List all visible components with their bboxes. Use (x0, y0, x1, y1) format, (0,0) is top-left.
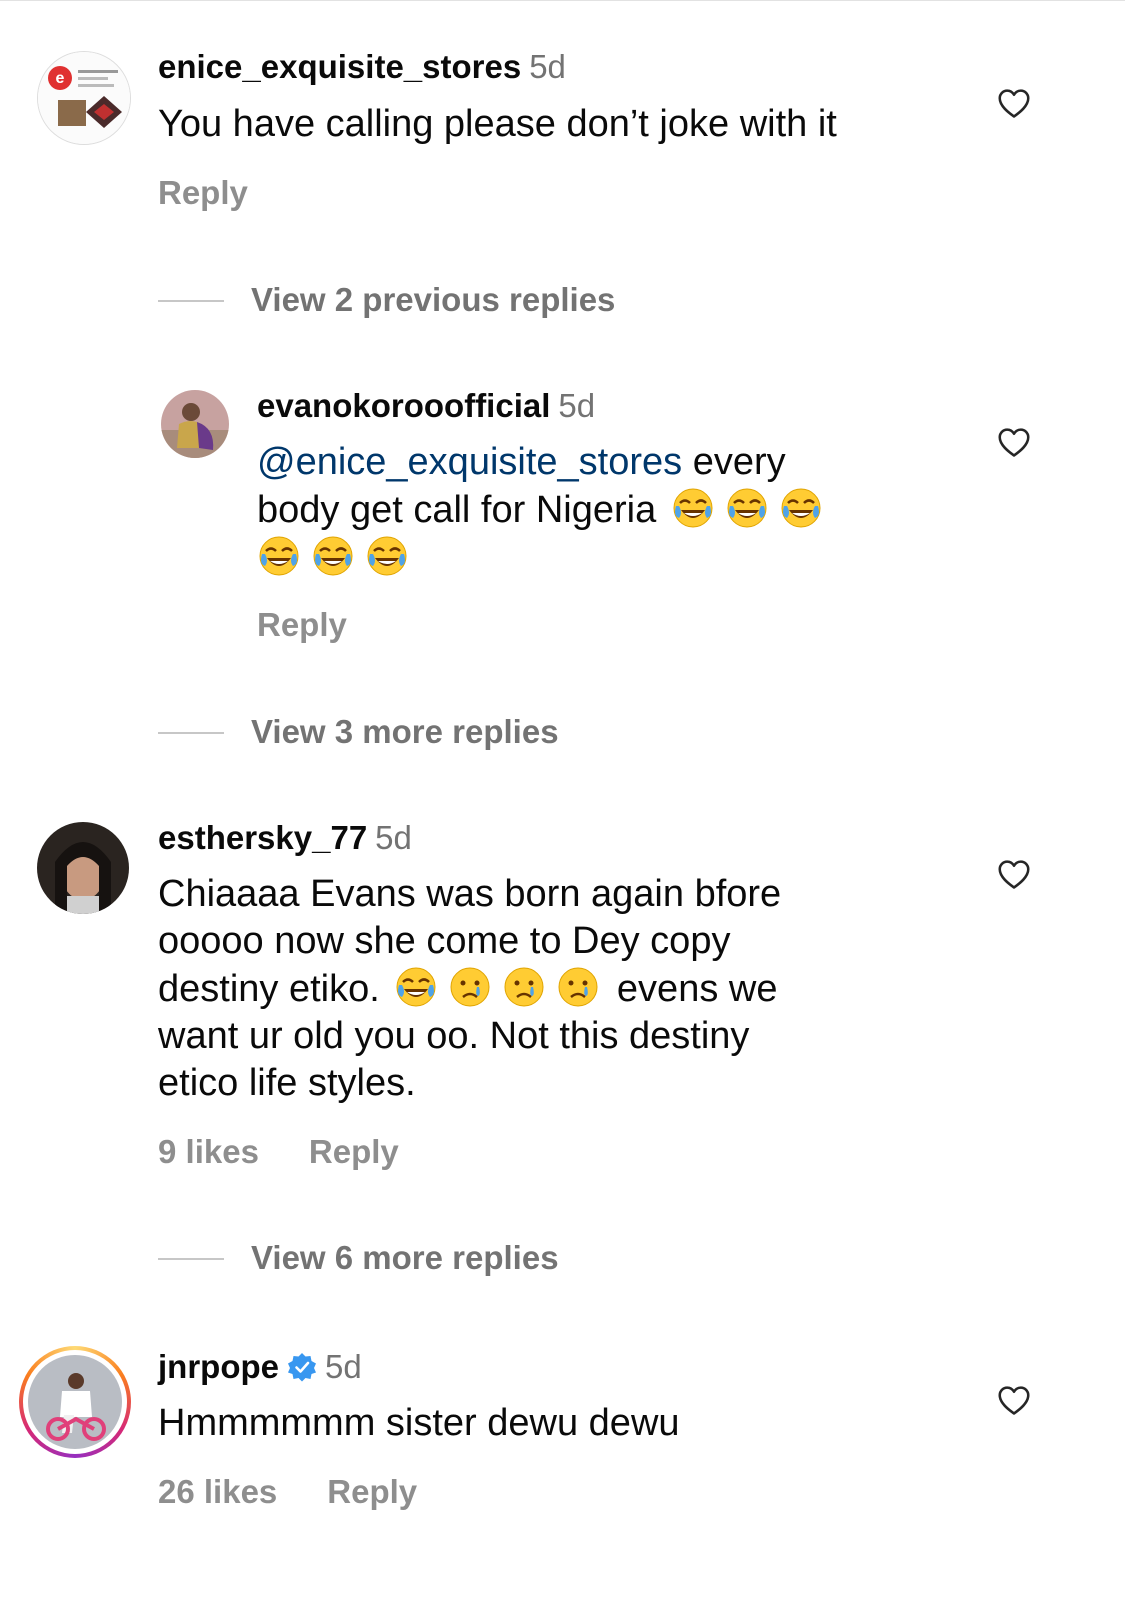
avatar[interactable] (161, 390, 229, 458)
avatar-story-ring[interactable] (19, 1346, 131, 1458)
face-with-tears-of-joy-icon (311, 534, 355, 578)
view-replies-label[interactable]: View 2 previous replies (251, 280, 615, 320)
face-with-tears-of-joy-icon (394, 965, 438, 1009)
heart-outline-icon[interactable] (995, 855, 1033, 893)
comment-text-line: evens we (616, 968, 778, 1010)
face-with-tears-of-joy-icon (365, 534, 409, 578)
heart-outline-icon[interactable] (995, 423, 1033, 461)
comment-text: Hmmmmmm sister dewu dewu (158, 1402, 680, 1444)
avatar[interactable] (37, 822, 129, 914)
verified-badge-icon (287, 1352, 317, 1382)
comment-text-line: ooooo now she come to Dey copy (158, 920, 731, 962)
reply-button[interactable]: Reply (327, 1473, 417, 1510)
comment-text-line: want ur old you oo. Not this destiny (158, 1015, 750, 1057)
reply-button[interactable]: Reply (309, 1133, 399, 1170)
face-with-tears-of-joy-icon (257, 534, 301, 578)
username[interactable]: enice_exquisite_stores (158, 48, 521, 85)
username[interactable]: evanokorooofficial (257, 387, 550, 424)
username[interactable]: esthersky_77 (158, 819, 367, 856)
divider-line (158, 1258, 224, 1260)
view-replies-label[interactable]: View 3 more replies (251, 712, 559, 752)
svg-text:e: e (56, 70, 65, 87)
comment-text: every (682, 441, 786, 483)
divider-line (158, 300, 224, 302)
heart-outline-icon[interactable] (995, 1381, 1033, 1419)
timestamp: 5d (529, 48, 566, 85)
timestamp: 5d (375, 819, 412, 856)
face-with-tears-of-joy-icon (779, 486, 823, 530)
crying-face-icon (502, 965, 546, 1009)
reply-button[interactable]: Reply (257, 606, 347, 643)
timestamp: 5d (558, 387, 596, 424)
view-replies-label[interactable]: View 6 more replies (251, 1238, 559, 1278)
comment-text-line: destiny etiko. (158, 968, 380, 1010)
comment-text-line: etico life styles. (158, 1062, 416, 1104)
face-with-tears-of-joy-icon (671, 486, 715, 530)
username[interactable]: jnrpope (158, 1348, 279, 1385)
likes-count[interactable]: 9 likes (158, 1133, 259, 1170)
timestamp: 5d (325, 1348, 362, 1385)
mention-link[interactable]: @enice_exquisite_stores (257, 441, 682, 483)
comment-text: You have calling please don’t joke with … (158, 103, 837, 145)
crying-face-icon (448, 965, 492, 1009)
heart-outline-icon[interactable] (995, 84, 1033, 122)
crying-face-icon (556, 965, 600, 1009)
comment-text: body get call for Nigeria (257, 489, 657, 531)
divider-line (158, 732, 224, 734)
likes-count[interactable]: 26 likes (158, 1473, 277, 1510)
comment-text-line: Chiaaaa Evans was born again bfore (158, 873, 782, 915)
avatar[interactable]: e (37, 51, 131, 145)
top-divider (0, 0, 1125, 1)
reply-button[interactable]: Reply (158, 174, 248, 211)
avatar (28, 1355, 122, 1449)
face-with-tears-of-joy-icon (725, 486, 769, 530)
